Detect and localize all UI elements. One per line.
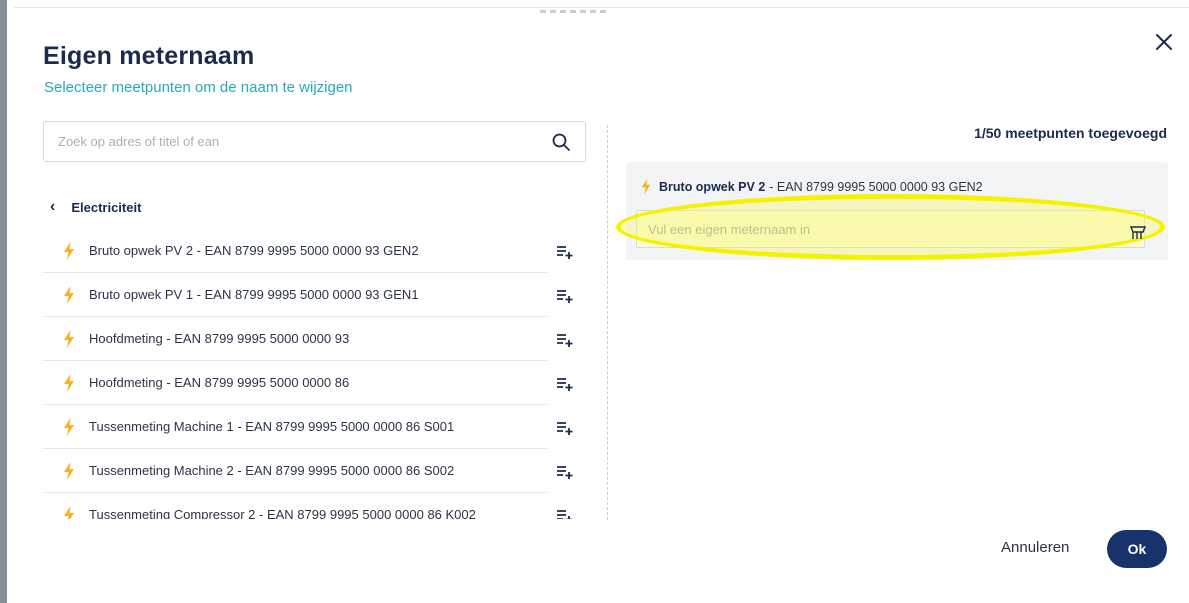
add-to-list-icon[interactable]	[556, 464, 574, 480]
lightning-icon	[64, 461, 74, 480]
search-box	[43, 121, 586, 162]
lightning-icon	[64, 373, 74, 392]
list-item-label: Tussenmeting Machine 1 - EAN 8799 9995 5…	[89, 419, 455, 434]
meter-list: Bruto opwek PV 2 - EAN 8799 9995 5000 00…	[43, 229, 588, 519]
list-item: Tussenmeting Machine 2 - EAN 8799 9995 5…	[43, 449, 588, 493]
lightning-icon	[64, 241, 74, 260]
background-edge	[0, 0, 14, 603]
list-item-label: Tussenmeting Compressor 2 - EAN 8799 999…	[89, 507, 476, 519]
search-input[interactable]	[44, 122, 534, 161]
selection-count: 1/50 meetpunten toegevoegd	[974, 125, 1167, 141]
selected-meter-card: Bruto opwek PV 2 - EAN 8799 9995 5000 00…	[616, 162, 1168, 260]
panel-divider	[607, 125, 608, 520]
list-item-label: Tussenmeting Machine 2 - EAN 8799 9995 5…	[89, 463, 455, 478]
selected-meter-ean: - EAN 8799 9995 5000 0000 93 GEN2	[769, 179, 983, 194]
list-item: Bruto opwek PV 1 - EAN 8799 9995 5000 00…	[43, 273, 588, 317]
list-item: Bruto opwek PV 2 - EAN 8799 9995 5000 00…	[43, 229, 588, 273]
chevron-left-icon: ‹	[50, 198, 56, 215]
add-to-list-icon[interactable]	[556, 288, 574, 304]
close-button[interactable]	[1152, 30, 1176, 54]
modal-subtitle: Selecteer meetpunten om de naam te wijzi…	[44, 79, 353, 96]
search-icon[interactable]	[551, 132, 571, 152]
list-item-label: Hoofdmeting - EAN 8799 9995 5000 0000 86	[89, 375, 350, 390]
list-item-label: Bruto opwek PV 2 - EAN 8799 9995 5000 00…	[89, 243, 419, 258]
selected-meter-name: Bruto opwek PV 2	[659, 179, 766, 194]
list-item: Tussenmeting Compressor 2 - EAN 8799 999…	[43, 493, 588, 519]
selected-meter-title: Bruto opwek PV 2 - EAN 8799 9995 5000 00…	[640, 178, 983, 195]
add-to-list-icon[interactable]	[556, 244, 574, 260]
lightning-icon	[64, 285, 74, 304]
background-hint	[540, 0, 670, 13]
remove-meter-icon[interactable]	[1130, 226, 1148, 240]
list-item: Hoofdmeting - EAN 8799 9995 5000 0000 93	[43, 317, 588, 361]
add-to-list-icon[interactable]	[556, 420, 574, 436]
lightning-icon	[641, 178, 651, 195]
cancel-button[interactable]: Annuleren	[1001, 539, 1069, 556]
list-item-label: Hoofdmeting - EAN 8799 9995 5000 0000 93	[89, 331, 350, 346]
list-item-label: Bruto opwek PV 1 - EAN 8799 9995 5000 00…	[89, 287, 419, 302]
list-item: Hoofdmeting - EAN 8799 9995 5000 0000 86	[43, 361, 588, 405]
add-to-list-icon[interactable]	[556, 376, 574, 392]
breadcrumb-back[interactable]: ‹ Electriciteit	[50, 198, 141, 216]
custom-name-field	[616, 194, 1165, 260]
close-icon	[1156, 34, 1172, 50]
list-item: Tussenmeting Machine 1 - EAN 8799 9995 5…	[43, 405, 588, 449]
add-to-list-icon[interactable]	[556, 332, 574, 348]
lightning-icon	[64, 417, 74, 436]
lightning-icon	[64, 329, 74, 348]
custom-name-input[interactable]	[636, 210, 1145, 248]
modal-title: Eigen meternaam	[43, 42, 255, 70]
breadcrumb-label: Electriciteit	[71, 199, 142, 215]
add-to-list-icon[interactable]	[556, 508, 574, 519]
ok-button[interactable]: Ok	[1107, 530, 1167, 568]
lightning-icon	[64, 505, 74, 519]
